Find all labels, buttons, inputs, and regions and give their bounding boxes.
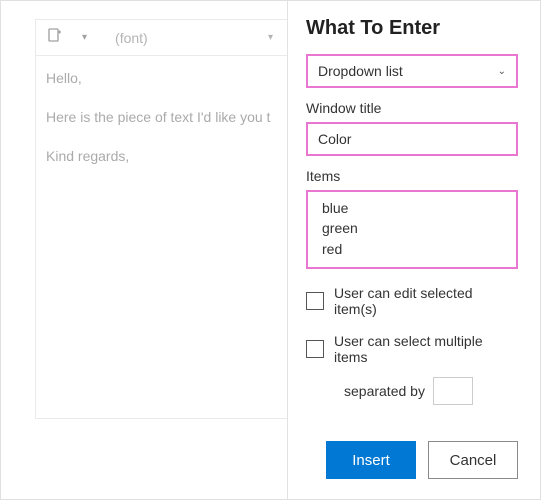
insert-button[interactable]: Insert: [326, 441, 416, 479]
checkbox-edit-label: User can edit selected item(s): [334, 285, 518, 317]
editor-pane: ▾ (font) ▾ Hello, Here is the piece of t…: [1, 1, 288, 499]
panel-title: What To Enter: [306, 17, 518, 40]
window-title-label: Window title: [306, 100, 518, 116]
item-line: red: [322, 239, 502, 259]
document-body[interactable]: Hello, Here is the piece of text I'd lik…: [36, 56, 287, 197]
template-field-icon[interactable]: [46, 26, 64, 49]
button-row: Insert Cancel: [326, 441, 518, 479]
checkbox-multi-row[interactable]: User can select multiple items: [306, 333, 518, 365]
window-title-value: Color: [318, 131, 351, 147]
field-type-dropdown[interactable]: Dropdown list ⌄: [306, 54, 518, 88]
doc-paragraph: Here is the piece of text I'd like you t: [46, 107, 277, 128]
checkbox-multi-label: User can select multiple items: [334, 333, 518, 365]
font-selector[interactable]: (font): [105, 30, 250, 46]
items-label: Items: [306, 168, 518, 184]
items-input[interactable]: blue green red: [306, 190, 518, 269]
item-line: green: [322, 218, 502, 238]
chevron-down-icon[interactable]: ▾: [268, 32, 277, 43]
editor-frame: ▾ (font) ▾ Hello, Here is the piece of t…: [35, 19, 287, 419]
separator-label: separated by: [344, 383, 425, 399]
window-title-input[interactable]: Color: [306, 122, 518, 156]
checkbox-edit[interactable]: [306, 292, 324, 310]
field-type-value: Dropdown list: [318, 63, 403, 79]
separator-input[interactable]: [433, 377, 473, 405]
item-line: blue: [322, 198, 502, 218]
checkbox-edit-row[interactable]: User can edit selected item(s): [306, 285, 518, 317]
chevron-down-icon[interactable]: ▾: [82, 32, 87, 43]
checkbox-multi[interactable]: [306, 340, 324, 358]
what-to-enter-panel: What To Enter Dropdown list ⌄ Window tit…: [288, 1, 540, 499]
doc-paragraph: Kind regards,: [46, 146, 277, 167]
chevron-down-icon: ⌄: [498, 66, 506, 77]
doc-paragraph: Hello,: [46, 68, 277, 89]
separator-row: separated by: [344, 377, 518, 405]
editor-toolbar: ▾ (font) ▾: [36, 20, 287, 56]
cancel-button[interactable]: Cancel: [428, 441, 518, 479]
